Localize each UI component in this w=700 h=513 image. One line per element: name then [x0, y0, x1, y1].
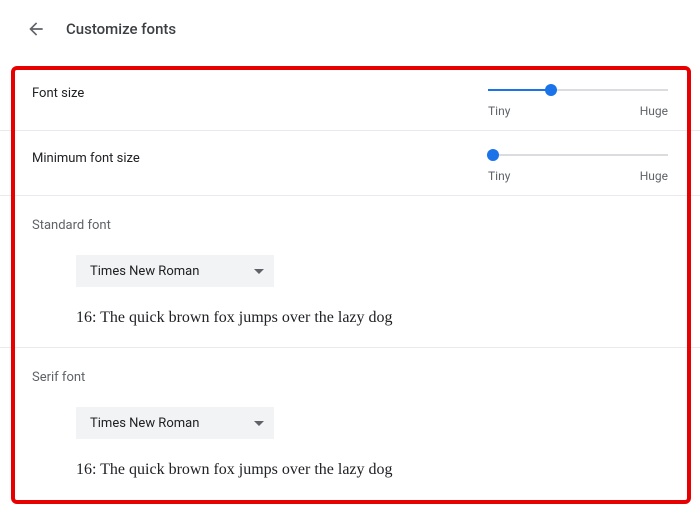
font-size-min-label: Tiny: [488, 104, 510, 118]
min-font-size-slider-labels: Tiny Huge: [488, 169, 668, 183]
chevron-down-icon: [254, 421, 264, 426]
slider-track-fill: [488, 89, 551, 91]
header: Customize fonts: [0, 0, 700, 58]
min-font-size-slider[interactable]: [488, 149, 668, 161]
serif-font-selected: Times New Roman: [90, 416, 199, 431]
font-size-row: Font size Tiny Huge: [0, 66, 700, 131]
back-arrow-icon[interactable]: [26, 19, 46, 39]
chevron-down-icon: [254, 269, 264, 274]
slider-thumb[interactable]: [487, 149, 499, 161]
min-font-size-row: Minimum font size Tiny Huge: [0, 131, 700, 196]
standard-font-preview: 16: The quick brown fox jumps over the l…: [76, 309, 668, 333]
min-font-size-slider-area: Tiny Huge: [488, 149, 668, 183]
font-size-label: Font size: [32, 84, 488, 101]
standard-font-selected: Times New Roman: [90, 264, 199, 279]
min-font-size-label: Minimum font size: [32, 149, 488, 166]
font-size-max-label: Huge: [640, 104, 668, 118]
slider-thumb[interactable]: [545, 84, 557, 96]
serif-font-preview: 16: The quick brown fox jumps over the l…: [76, 461, 668, 485]
font-size-slider-labels: Tiny Huge: [488, 104, 668, 118]
standard-font-section: Standard font Times New Roman 16: The qu…: [0, 196, 700, 348]
content: Font size Tiny Huge Minimum font size Ti…: [0, 58, 700, 499]
serif-font-title: Serif font: [32, 370, 668, 385]
standard-font-dropdown[interactable]: Times New Roman: [76, 255, 274, 287]
serif-font-dropdown[interactable]: Times New Roman: [76, 407, 274, 439]
page-title: Customize fonts: [66, 20, 176, 38]
standard-font-title: Standard font: [32, 218, 668, 233]
font-size-slider[interactable]: [488, 84, 668, 96]
min-font-size-min-label: Tiny: [488, 169, 510, 183]
min-font-size-max-label: Huge: [640, 169, 668, 183]
slider-track-bg: [488, 154, 668, 156]
serif-font-section: Serif font Times New Roman 16: The quick…: [0, 348, 700, 499]
font-size-slider-area: Tiny Huge: [488, 84, 668, 118]
